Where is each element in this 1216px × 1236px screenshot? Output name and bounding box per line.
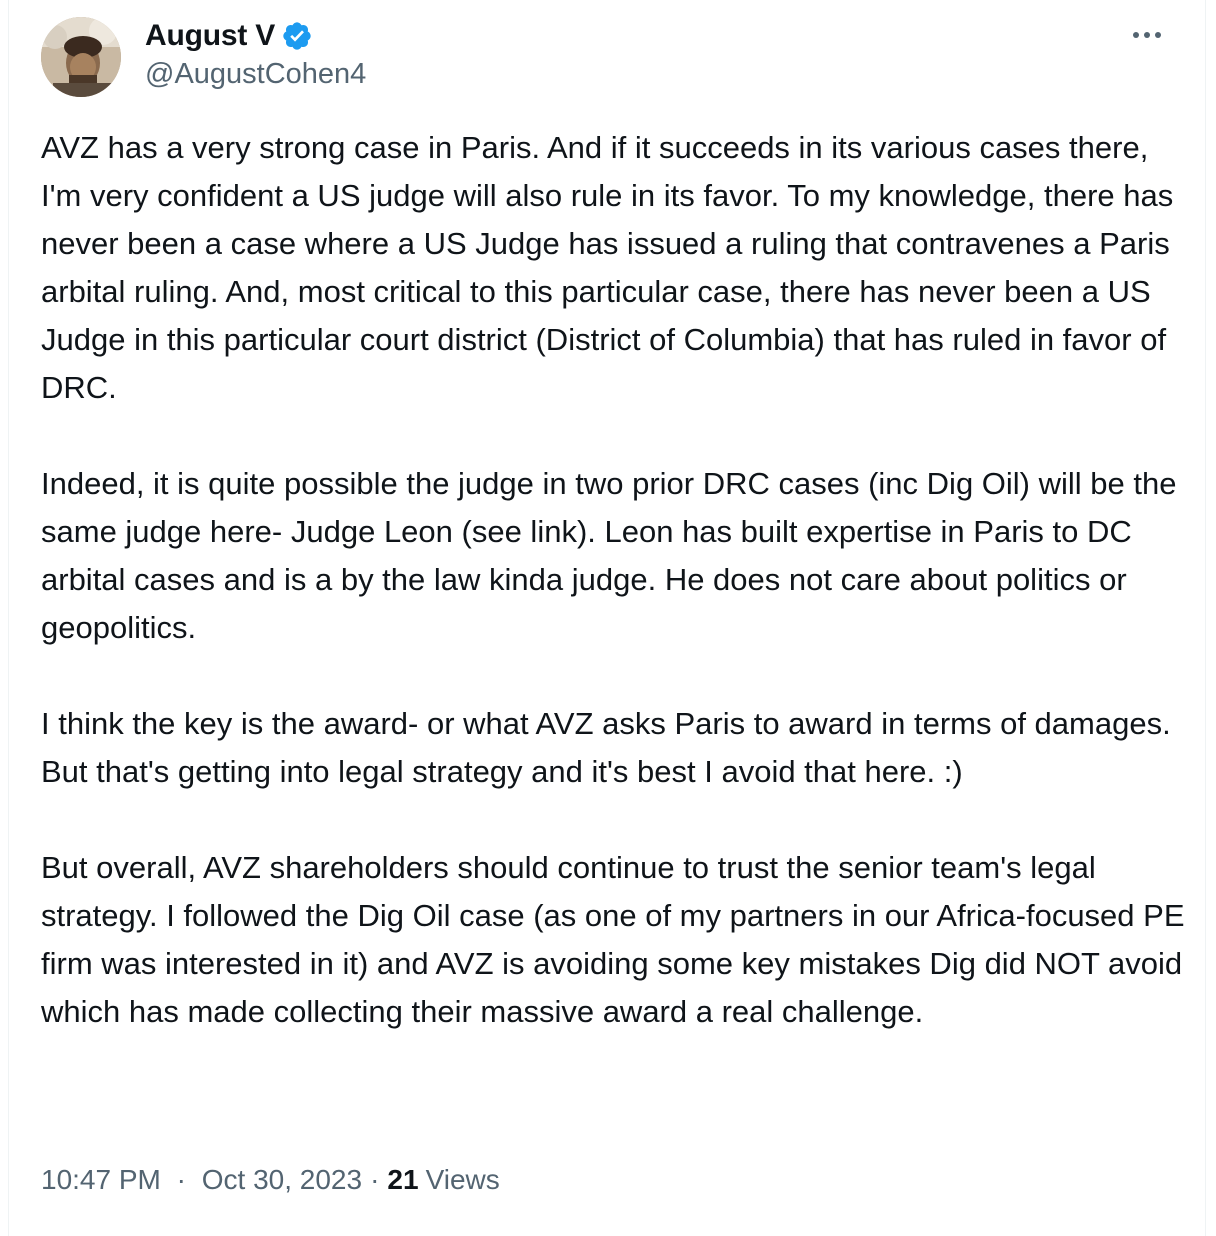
author-handle[interactable]: @AugustCohen4 [145,58,366,91]
tweet-card: August V @AugustCohen4 AVZ has a very st… [8,0,1206,1236]
tweet-timestamp-link[interactable]: 10:47 PM · Oct 30, 2023 [41,1164,362,1196]
tweet-paragraph: But overall, AVZ shareholders should con… [41,850,1185,1029]
tweet-time: 10:47 PM [41,1164,161,1195]
user-avatar[interactable] [41,17,121,97]
verified-badge-icon [281,20,313,52]
tweet-text: AVZ has a very strong case in Paris. And… [41,124,1191,1036]
author-display-name[interactable]: August V [145,19,275,53]
tweet-date: Oct 30, 2023 [201,1164,363,1195]
avatar-image [41,17,121,97]
views-label: Views [425,1164,500,1195]
tweet-paragraph: AVZ has a very strong case in Paris. And… [41,130,1174,405]
more-horizontal-icon [1133,32,1161,38]
tweet-metadata: 10:47 PM · Oct 30, 2023 · 21 Views [41,1164,500,1196]
author-name-row: August V [145,16,313,56]
separator-dot: · [370,1164,380,1195]
tweet-paragraph: Indeed, it is quite possible the judge i… [41,466,1177,645]
more-options-button[interactable] [1127,20,1167,50]
views-count: 21 [387,1164,419,1195]
tweet-paragraph: I think the key is the award- or what AV… [41,706,1171,789]
separator-dot: · [176,1164,186,1195]
